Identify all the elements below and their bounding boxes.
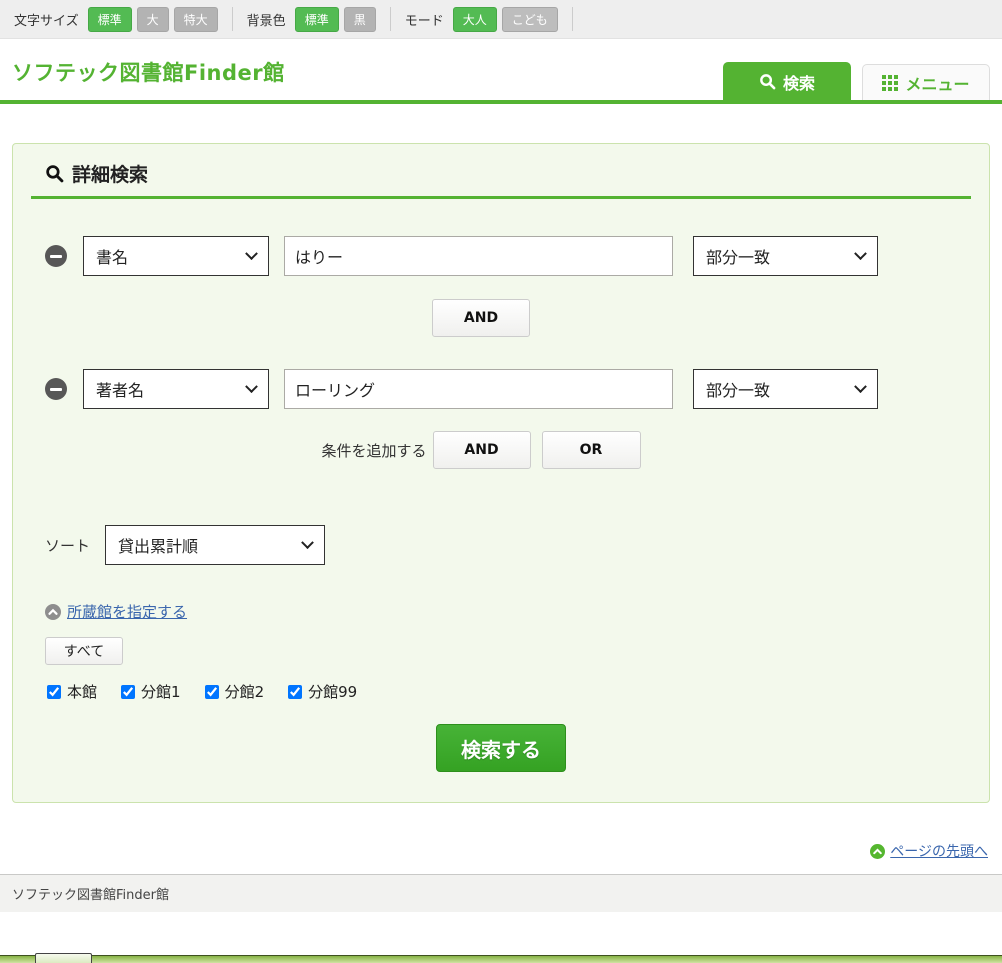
mode-group: モード 大人 こども [391, 7, 573, 31]
library-label: 分館99 [308, 681, 357, 702]
and-operator-button[interactable]: AND [432, 299, 530, 337]
tab-search[interactable]: 検索 [723, 62, 851, 100]
match-select-2-value: 部分一致 [706, 377, 770, 401]
holding-library-link[interactable]: 所蔵館を指定する [67, 601, 187, 622]
site-header: ソフテック図書館Finder館 検索 メニュー [0, 39, 1002, 100]
header-tabs: 検索 メニュー [723, 62, 990, 100]
background-color-group: 背景色 標準 黒 [233, 7, 391, 31]
font-size-large-button[interactable]: 大 [137, 7, 169, 32]
font-size-group: 文字サイズ 標準 大 特大 [10, 7, 233, 31]
library-label: 分館1 [141, 681, 181, 702]
tab-search-label: 検索 [783, 70, 815, 94]
submit-row: 検索する [31, 724, 971, 772]
library-checkbox-honkan[interactable] [47, 685, 61, 699]
match-select-1[interactable]: 部分一致 [693, 236, 878, 276]
bottom-partial-strip [0, 955, 1002, 963]
field-select-1[interactable]: 書名 [83, 236, 269, 276]
operator-row: AND [11, 299, 951, 337]
condition-row-1: 書名 部分一致 [31, 236, 971, 276]
library-checkbox-bunkan2[interactable] [205, 685, 219, 699]
library-checkbox-item: 分館1 [121, 681, 181, 702]
add-condition-label: 条件を追加する [321, 440, 426, 461]
heading-rule [31, 196, 971, 199]
field-select-2[interactable]: 著者名 [83, 369, 269, 409]
grid-icon [882, 75, 898, 91]
chevron-down-icon [301, 536, 314, 549]
keyword-input-2[interactable] [284, 369, 673, 409]
search-icon [759, 73, 776, 90]
library-checkbox-item: 分館2 [205, 681, 265, 702]
field-select-2-value: 著者名 [96, 377, 144, 401]
bg-standard-button[interactable]: 標準 [295, 7, 339, 32]
collapse-up-icon [45, 604, 61, 620]
advanced-search-panel: 詳細検索 書名 部分一致 AND 著者名 [12, 143, 990, 803]
match-select-2[interactable]: 部分一致 [693, 369, 878, 409]
sort-select[interactable]: 貸出累計順 [105, 525, 325, 565]
select-all-button[interactable]: すべて [45, 637, 123, 665]
add-and-button[interactable]: AND [433, 431, 531, 469]
library-checkbox-row: 本館 分館1 分館2 分館99 [31, 681, 971, 702]
mode-label: モード [405, 10, 444, 29]
site-title: ソフテック図書館Finder館 [12, 57, 285, 87]
background-color-label: 背景色 [247, 10, 286, 29]
panel-heading: 詳細検索 [31, 160, 971, 187]
panel-title: 詳細検索 [72, 160, 148, 187]
tab-menu[interactable]: メニュー [862, 64, 990, 100]
match-select-1-value: 部分一致 [706, 244, 770, 268]
library-checkbox-bunkan1[interactable] [121, 685, 135, 699]
chevron-down-icon [245, 247, 258, 260]
add-condition-row: 条件を追加する AND OR [11, 431, 951, 469]
bg-black-button[interactable]: 黒 [344, 7, 376, 32]
font-size-xlarge-button[interactable]: 特大 [174, 7, 218, 32]
settings-toolbar: 文字サイズ 標準 大 特大 背景色 標準 黒 モード 大人 こども [0, 0, 1002, 39]
library-label: 分館2 [225, 681, 265, 702]
remove-condition-icon[interactable] [45, 245, 67, 267]
bottom-partial-element [35, 953, 92, 963]
page-top-up-icon [870, 844, 885, 859]
chevron-down-icon [854, 247, 867, 260]
library-checkbox-bunkan99[interactable] [288, 685, 302, 699]
header-accent-line [0, 100, 1002, 104]
remove-condition-icon[interactable] [45, 378, 67, 400]
add-or-button[interactable]: OR [542, 431, 641, 469]
tab-menu-label: メニュー [905, 71, 969, 95]
holding-library-toggle-row: 所蔵館を指定する [31, 601, 971, 622]
field-select-1-value: 書名 [96, 244, 128, 268]
library-checkbox-item: 本館 [47, 681, 97, 702]
font-size-label: 文字サイズ [14, 10, 79, 29]
search-icon [45, 164, 64, 183]
sort-select-value: 貸出累計順 [118, 533, 198, 557]
condition-row-2: 著者名 部分一致 [31, 369, 971, 409]
chevron-down-icon [854, 380, 867, 393]
page-footer: ソフテック図書館Finder館 [0, 874, 1002, 912]
main-content: 詳細検索 書名 部分一致 AND 著者名 [0, 143, 1002, 861]
footer-site-name: ソフテック図書館Finder館 [12, 884, 169, 903]
sort-label: ソート [45, 535, 90, 556]
sort-row: ソート 貸出累計順 [31, 525, 971, 565]
search-submit-button[interactable]: 検索する [436, 724, 566, 772]
library-label: 本館 [67, 681, 97, 702]
library-checkbox-item: 分館99 [288, 681, 357, 702]
font-size-standard-button[interactable]: 標準 [88, 7, 132, 32]
keyword-input-1[interactable] [284, 236, 673, 276]
chevron-down-icon [245, 380, 258, 393]
page-top-row: ページの先頭へ [0, 841, 1002, 861]
page-top-link[interactable]: ページの先頭へ [890, 841, 988, 861]
mode-kids-button[interactable]: こども [502, 7, 558, 32]
mode-adult-button[interactable]: 大人 [453, 7, 497, 32]
